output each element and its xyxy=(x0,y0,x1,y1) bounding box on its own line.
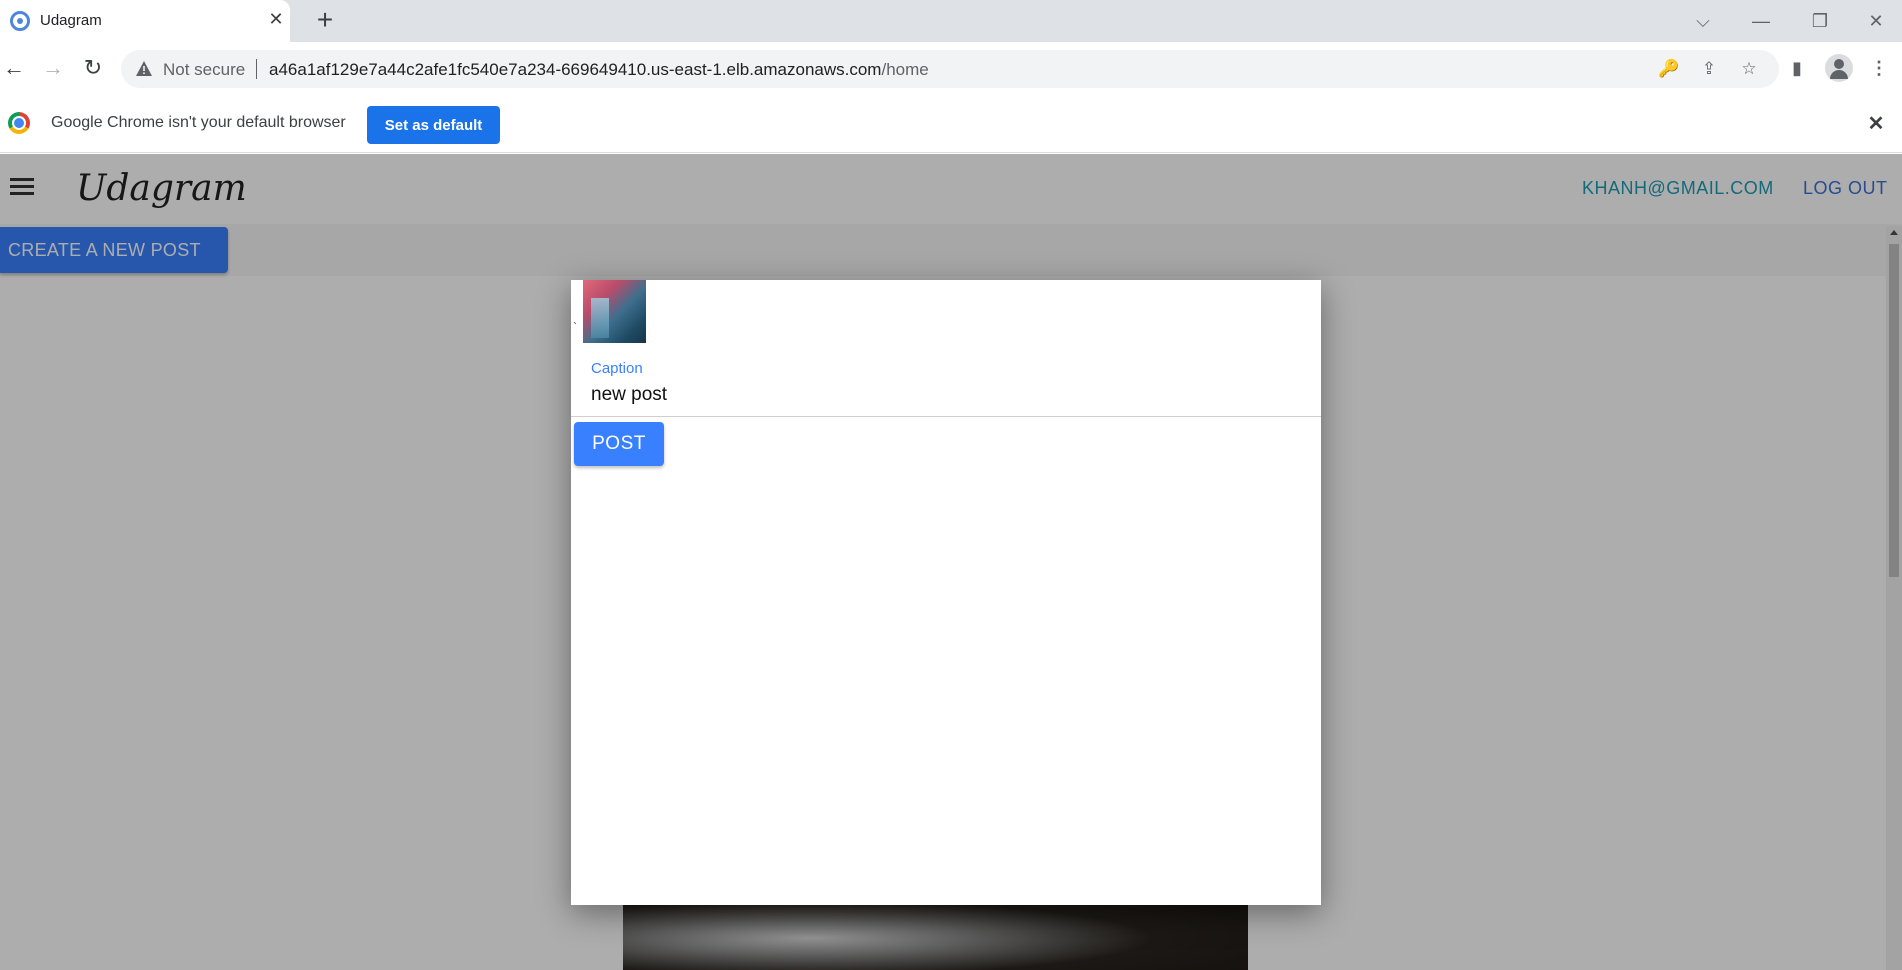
key-icon[interactable]: 🔑 xyxy=(1658,58,1680,80)
minimize-icon[interactable]: — xyxy=(1746,6,1776,36)
url-host: a46a1af129e7a44c2afe1fc540e7a234-6696494… xyxy=(269,60,882,79)
close-tab-icon[interactable]: ✕ xyxy=(266,9,286,29)
tab-strip: Udagram ✕ + ⌵ — ❐ ✕ xyxy=(0,0,1902,42)
caption-label: Caption xyxy=(591,360,643,377)
caption-underline xyxy=(571,416,1321,417)
infobar-close-icon[interactable]: ✕ xyxy=(1864,112,1888,136)
new-post-modal: ` Caption POST xyxy=(571,280,1321,905)
side-panel-icon[interactable]: ▮ xyxy=(1784,55,1810,81)
browser-menu-icon[interactable]: ⋮ xyxy=(1866,55,1892,81)
url-path: /home xyxy=(881,60,929,79)
warning-icon[interactable] xyxy=(135,60,153,78)
infobar-message: Google Chrome isn't your default browser xyxy=(51,114,346,131)
forward-icon[interactable]: → xyxy=(39,54,67,82)
browser-toolbar: ← → ↻ Not secure a46a1af129e7a44c2afe1fc… xyxy=(0,42,1902,96)
window-close-icon[interactable]: ✕ xyxy=(1861,6,1891,36)
post-button[interactable]: POST xyxy=(574,422,664,466)
security-label[interactable]: Not secure xyxy=(163,60,245,80)
restore-icon[interactable]: ❐ xyxy=(1805,6,1835,36)
chrome-logo-icon xyxy=(8,112,30,134)
share-icon[interactable]: ⇪ xyxy=(1698,58,1720,80)
back-icon[interactable]: ← xyxy=(0,54,28,82)
omnibox-divider xyxy=(256,59,257,79)
address-bar[interactable]: Not secure a46a1af129e7a44c2afe1fc540e7a… xyxy=(121,50,1779,88)
udagram-favicon-icon xyxy=(10,11,30,31)
profile-avatar-icon[interactable] xyxy=(1825,54,1853,82)
page-viewport: Udagram KHANH@GMAIL.COM LOG OUT CREATE A… xyxy=(0,154,1902,970)
default-browser-infobar: Google Chrome isn't your default browser… xyxy=(0,96,1902,153)
bookmark-star-icon[interactable]: ☆ xyxy=(1738,58,1760,80)
browser-tab[interactable]: Udagram ✕ xyxy=(0,0,290,42)
set-as-default-button[interactable]: Set as default xyxy=(367,106,500,144)
tab-title: Udagram xyxy=(40,12,102,29)
image-preview-thumbnail xyxy=(583,280,646,343)
caption-input[interactable] xyxy=(591,382,1291,408)
tab-search-icon[interactable]: ⌵ xyxy=(1688,6,1718,36)
new-tab-button[interactable]: + xyxy=(311,6,339,34)
stray-character: ` xyxy=(573,320,577,334)
url-text[interactable]: a46a1af129e7a44c2afe1fc540e7a234-6696494… xyxy=(269,60,929,80)
reload-icon[interactable]: ↻ xyxy=(79,54,107,82)
